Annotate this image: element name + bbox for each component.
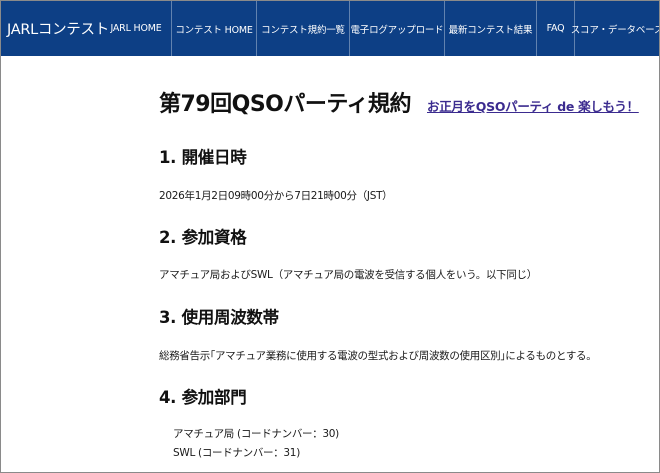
browser-page: JARLコンテスト JARL HOME コンテスト HOME コンテスト規約一覧… xyxy=(0,0,660,473)
top-navbar: JARLコンテスト JARL HOME コンテスト HOME コンテスト規約一覧… xyxy=(1,1,659,56)
nav-faq[interactable]: FAQ xyxy=(536,1,574,56)
nav-score-database[interactable]: スコア・データベース xyxy=(571,1,659,56)
nav-latest-results[interactable]: 最新コンテスト結果 xyxy=(444,1,536,56)
nav-jarl-home[interactable]: JARL HOME xyxy=(101,1,171,56)
nav-contest-rules[interactable]: コンテスト規約一覧 xyxy=(256,1,349,56)
section-heading-divisions: 4. 参加部門 xyxy=(159,388,247,407)
section-heading-frequency: 3. 使用周波数帯 xyxy=(159,308,279,327)
site-brand[interactable]: JARLコンテスト xyxy=(1,1,109,56)
section-heading-schedule: 1. 開催日時 xyxy=(159,148,247,167)
section-text-frequency: 総務省告示｢アマチュア業務に使用する電波の型式および周波数の使用区別｣によるもの… xyxy=(159,350,597,362)
list-item: SWL (コードナンバー：31) xyxy=(173,447,300,459)
division-list: アマチュア局 (コードナンバー：30) SWL (コードナンバー：31) xyxy=(173,425,339,463)
nav-log-upload[interactable]: 電子ログアップロード xyxy=(349,1,444,56)
section-heading-eligibility: 2. 参加資格 xyxy=(159,228,247,247)
section-text-eligibility: アマチュア局およびSWL（アマチュア局の電波を受信する個人をいう。以下同じ） xyxy=(159,269,537,281)
promo-link[interactable]: お正月をQSOパーティ de 楽しもう！ xyxy=(427,96,639,115)
nav-contest-home[interactable]: コンテスト HOME xyxy=(171,1,256,56)
section-text-schedule: 2026年1月2日09時00分から7日21時00分（JST） xyxy=(159,190,393,202)
list-item: アマチュア局 (コードナンバー：30) xyxy=(173,428,339,440)
page-title: 第79回QSOパーティ規約 xyxy=(159,92,412,117)
title-row: 第79回QSOパーティ規約 お正月をQSOパーティ de 楽しもう！ xyxy=(159,86,649,122)
